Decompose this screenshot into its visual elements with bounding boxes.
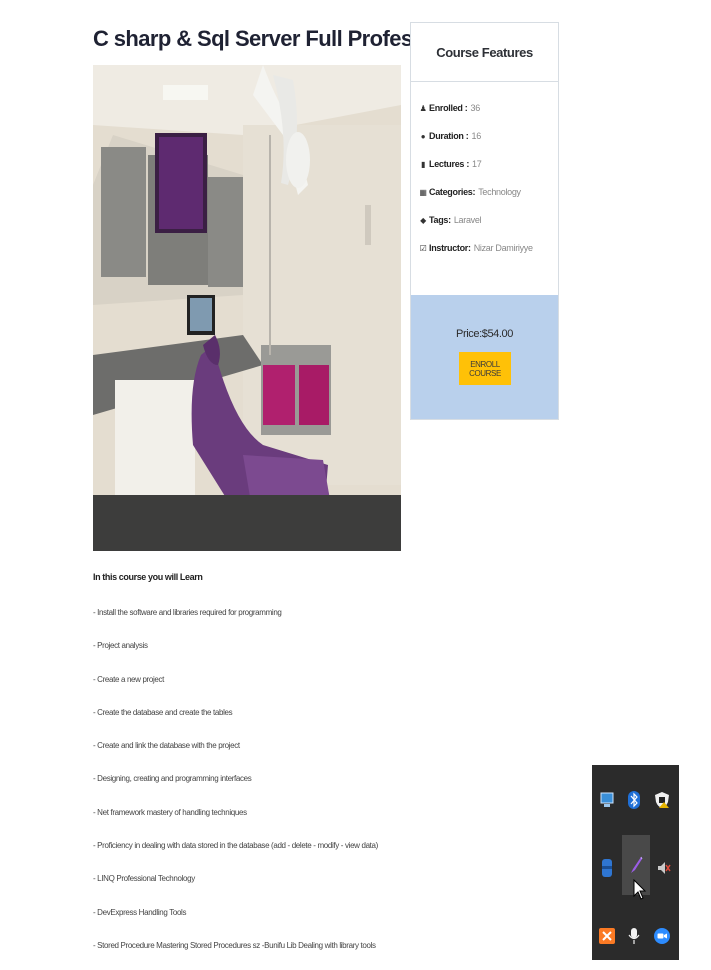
enroll-course-button[interactable]: ENROLL COURSE — [459, 352, 511, 385]
security-shield-icon[interactable] — [651, 789, 673, 811]
network-monitor-icon[interactable] — [596, 789, 618, 811]
feature-tags: ◆ Tags: Laravel — [420, 215, 482, 225]
app-blue-icon[interactable] — [596, 857, 618, 879]
zoom-icon[interactable] — [651, 925, 673, 947]
course-features-panel: Course Features ♟ Enrolled : 36 ● Durati… — [410, 22, 559, 420]
check-square-icon: ☑ — [419, 243, 427, 253]
feature-duration: ● Duration : 16 — [420, 131, 482, 141]
list-item: - Create and link the database with the … — [93, 741, 240, 751]
microphone-icon[interactable] — [623, 925, 645, 947]
course-image — [93, 65, 401, 551]
list-item: - DevExpress Handling Tools — [93, 907, 187, 917]
clock-icon: ● — [420, 131, 426, 141]
list-item: - Create the database and create the tab… — [93, 707, 233, 717]
learn-heading: In this course you will Learn — [93, 572, 203, 582]
feature-categories: ▦ Categories: Technology — [419, 187, 521, 197]
dental-office-photo — [93, 65, 401, 551]
course-features-heading: Course Features — [411, 23, 558, 82]
system-tray-overflow — [592, 765, 679, 960]
volume-muted-icon[interactable] — [653, 857, 675, 879]
xampp-icon[interactable] — [596, 925, 618, 947]
tag-icon: ◆ — [420, 215, 426, 225]
user-icon: ♟ — [419, 103, 427, 113]
feature-lectures: ▮ Lectures : 17 — [420, 159, 482, 169]
list-item: - Stored Procedure Mastering Stored Proc… — [93, 940, 376, 950]
list-item: - Proficiency in dealing with data store… — [93, 841, 378, 851]
feature-list: ♟ Enrolled : 36 ● Duration : 16 ▮ Lectur… — [411, 82, 558, 262]
book-icon: ▦ — [419, 187, 427, 197]
file-icon: ▮ — [420, 159, 426, 169]
list-item: - Project analysis — [93, 641, 148, 651]
list-item: - Net framework mastery of handling tech… — [93, 807, 247, 817]
feature-enrolled: ♟ Enrolled : 36 — [419, 103, 481, 113]
bluetooth-icon[interactable] — [623, 789, 645, 811]
mouse-cursor-icon — [633, 879, 647, 900]
learn-list: - Install the software and libraries req… — [93, 604, 378, 970]
list-item: - Install the software and libraries req… — [93, 608, 282, 617]
list-item: - Create a new project — [93, 674, 165, 684]
price-panel: Price:$54.00 ENROLL COURSE — [411, 295, 558, 419]
list-item: - LINQ Professional Technology — [93, 874, 195, 884]
list-item: - Designing, creating and programming in… — [93, 774, 252, 784]
feature-instructor: ☑ Instructor: Nizar Damiriyye — [419, 243, 533, 253]
course-price: Price:$54.00 — [456, 328, 513, 340]
